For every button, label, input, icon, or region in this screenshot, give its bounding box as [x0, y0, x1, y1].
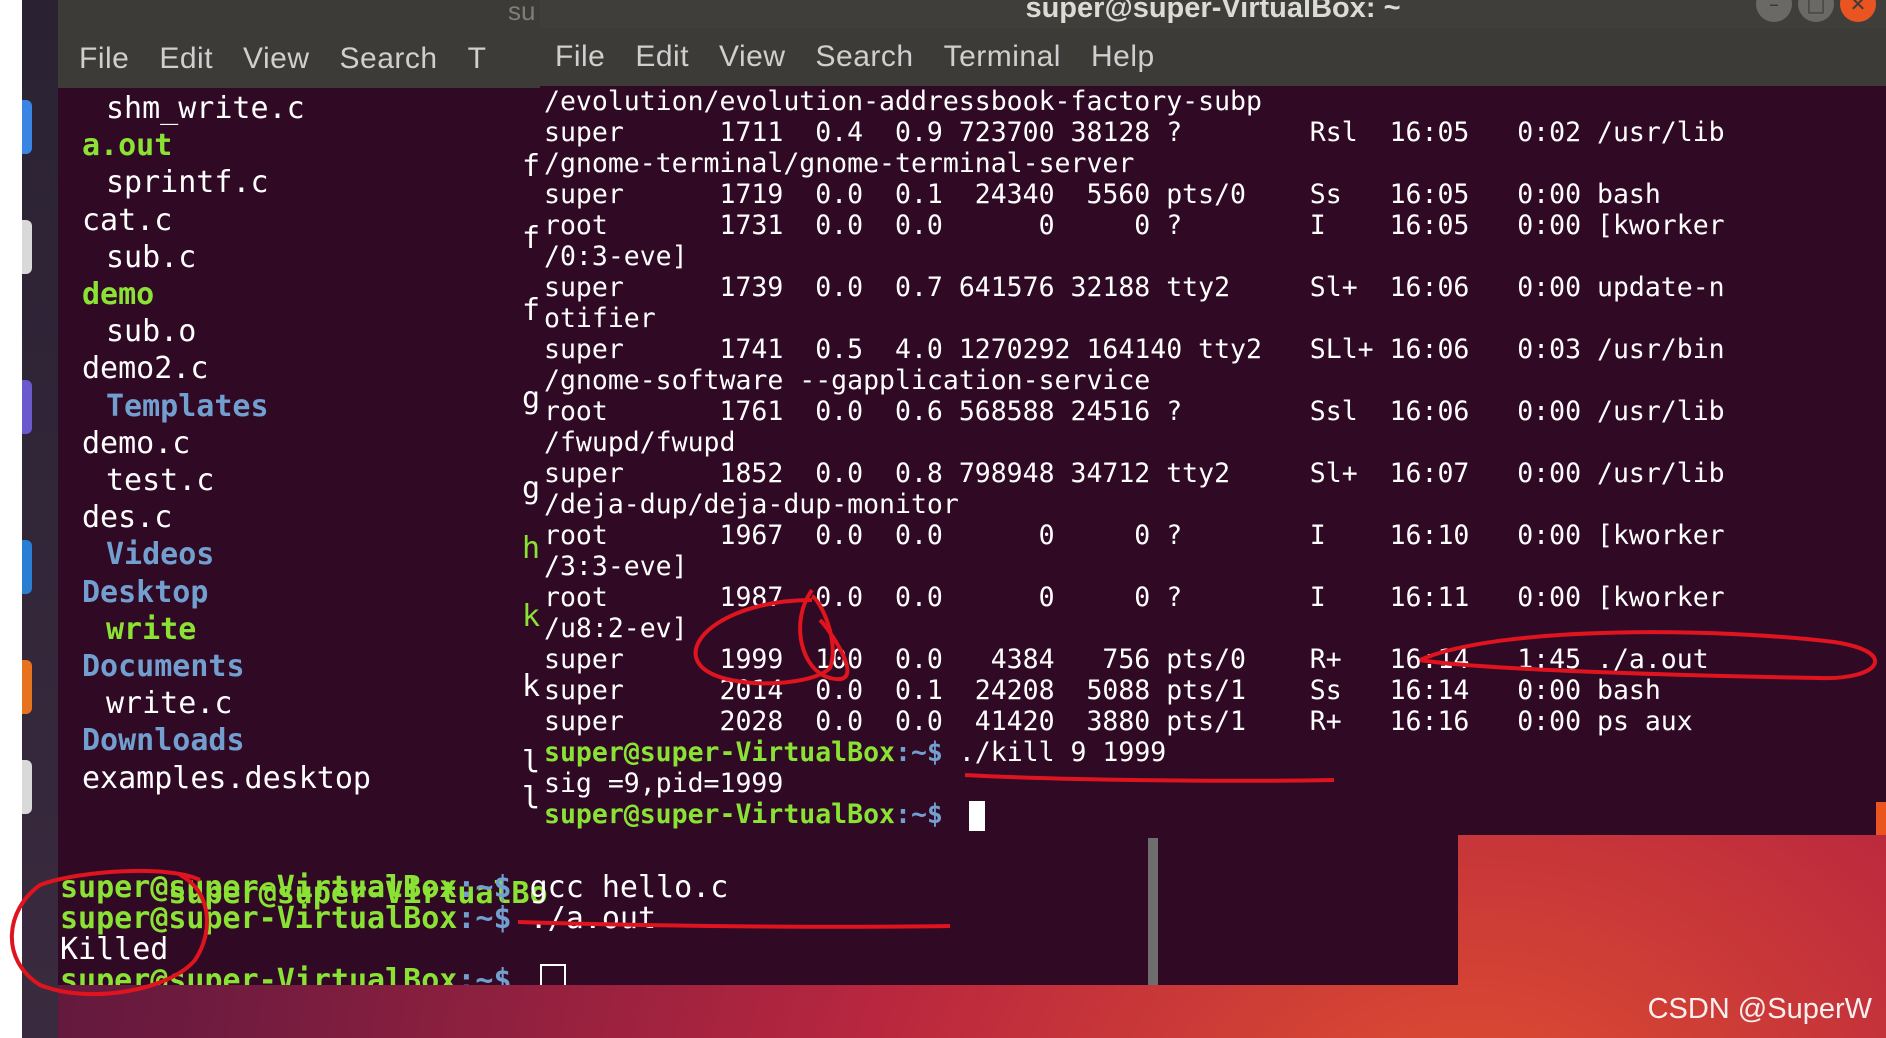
dock-app-icon[interactable]: [22, 540, 32, 594]
menu-help[interactable]: Help: [1076, 28, 1170, 86]
front-terminal-title: super@super-VirtualBox: ~: [1025, 0, 1401, 24]
ps-line: /0:3-eve]: [544, 241, 688, 272]
ps-line: /fwupd/fwupd: [544, 427, 736, 458]
ps-line: /evolution/evolution-addressbook-factory…: [544, 86, 1262, 117]
menu-edit[interactable]: Edit: [144, 30, 228, 88]
front-terminal-scrollbar[interactable]: [1876, 802, 1886, 835]
screen-edge: [0, 0, 22, 1038]
file-entry: sub.c: [106, 239, 197, 275]
ps-line: /3:3-eve]: [544, 551, 688, 582]
dock-app-icon[interactable]: [22, 100, 32, 154]
prompt-user: super@super-VirtualBox: [544, 799, 895, 830]
overlap-char: g: [522, 471, 541, 506]
dock-app-icon[interactable]: [22, 220, 32, 274]
ps-line: root 1987 0.0 0.0 0 0 ? I 16:11 0:00 [kw…: [544, 582, 1725, 613]
ps-line: /deja-dup/deja-dup-monitor: [544, 489, 959, 520]
file-entry: write: [106, 611, 197, 647]
file-entry: sub.o: [106, 314, 197, 350]
ps-line: super 1719 0.0 0.1 24340 5560 pts/0 Ss 1…: [544, 179, 1661, 210]
ps-line: super 2014 0.0 0.1 24208 5088 pts/1 Ss 1…: [544, 675, 1661, 706]
overlap-char: l: [522, 745, 541, 780]
front-terminal-menu: File Edit View Search Terminal Help: [540, 28, 1170, 86]
close-icon: ✕: [1849, 0, 1867, 16]
file-entry: examples.desktop: [82, 760, 371, 796]
overlap-char: k: [522, 599, 541, 634]
file-entry: a.out: [82, 128, 173, 164]
dock-app-icon[interactable]: [22, 760, 32, 814]
file-entry: demo2.c: [82, 351, 209, 387]
ps-line: super 1711 0.4 0.9 723700 38128 ? Rsl 16…: [544, 117, 1725, 148]
front-terminal-window[interactable]: super@super-VirtualBox: ~ – □ ✕ File Edit…: [540, 0, 1886, 835]
ps-line: /u8:2-ev]: [544, 613, 688, 644]
overlap-char: f: [522, 221, 541, 256]
file-entry: test.c: [106, 463, 215, 498]
file-entry: Templates: [106, 388, 269, 424]
menu-file[interactable]: File: [540, 28, 620, 86]
overlap-char: f: [522, 149, 541, 184]
prompt-line[interactable]: super@super-VirtualBox:~$: [60, 962, 566, 985]
prompt-path: :~$: [457, 901, 530, 936]
prompt-user: super@super-VirtualBox: [544, 737, 895, 768]
watermark: CSDN @SuperW: [1647, 993, 1872, 1025]
overlap-char: k: [522, 669, 541, 704]
prompt-line[interactable]: super@super-VirtualBox:~$: [544, 799, 985, 831]
ps-line: /gnome-terminal/gnome-terminal-server: [544, 148, 1135, 179]
back-terminal-title: su: [508, 0, 536, 26]
front-terminal-titlebar[interactable]: super@super-VirtualBox: ~ – □ ✕: [540, 0, 1886, 28]
file-entry: shm_write.c: [106, 91, 305, 126]
front-terminal-menubar: File Edit View Search Terminal Help: [540, 28, 1886, 86]
overlap-char: h: [522, 531, 541, 566]
file-entry: sprintf.c: [106, 165, 269, 201]
menu-search[interactable]: Search: [325, 30, 453, 88]
overlap-char: l: [522, 781, 541, 816]
file-entry: des.c: [82, 500, 173, 536]
menu-search[interactable]: Search: [801, 28, 929, 86]
file-entry: Desktop: [82, 574, 209, 610]
menu-edit[interactable]: Edit: [620, 28, 704, 86]
overlap-char: f: [522, 293, 541, 328]
ps-line: root 1731 0.0 0.0 0 0 ? I 16:05 0:00 [kw…: [544, 210, 1725, 241]
menu-view[interactable]: View: [704, 28, 800, 86]
ps-line: /gnome-software --gapplication-service: [544, 365, 1151, 396]
file-entry: write.c: [106, 686, 233, 722]
maximize-icon: □: [1806, 0, 1826, 16]
ps-line: otifier: [544, 303, 656, 334]
overlap-char: g: [522, 381, 541, 416]
dock: [22, 0, 58, 1038]
file-entry: Videos: [106, 537, 215, 573]
ps-line: super 2028 0.0 0.0 41420 3880 pts/1 R+ 1…: [544, 706, 1693, 737]
back-terminal-scrollbar[interactable]: [1148, 838, 1158, 985]
prompt-path: :~$: [895, 799, 959, 830]
dock-app-icon[interactable]: [22, 380, 32, 434]
prompt-user: super@super-VirtualBox: [60, 963, 458, 985]
menu-file[interactable]: File: [64, 30, 144, 88]
file-entry: Documents: [82, 649, 245, 684]
ps-line: root 1761 0.0 0.6 568588 24516 ? Ssl 16:…: [544, 396, 1725, 427]
command-text: ./kill 9 1999: [958, 737, 1167, 768]
file-entry: demo.c: [82, 425, 191, 461]
prompt-line: super@super-VirtualBox:~$ ./kill 9 1999: [544, 737, 1166, 768]
ps-line: super 1741 0.5 4.0 1270292 164140 tty2 S…: [544, 334, 1725, 365]
back-terminal-menu: File Edit View Search T: [64, 30, 501, 88]
dock-app-icon[interactable]: [22, 660, 32, 714]
terminal-cursor: [539, 963, 566, 985]
command-text: ./a.out: [529, 901, 657, 936]
prompt-path: :~$: [895, 737, 959, 768]
file-entry: Downloads: [82, 723, 245, 759]
ps-line: root 1967 0.0 0.0 0 0 ? I 16:10 0:00 [kw…: [544, 520, 1725, 551]
file-entry: cat.c: [82, 202, 173, 238]
ps-line: super 1852 0.0 0.8 798948 34712 tty2 Sl+…: [544, 458, 1725, 489]
minimize-icon: –: [1769, 0, 1779, 16]
menu-terminal[interactable]: T: [453, 30, 502, 88]
ps-line: super 1739 0.0 0.7 641576 32188 tty2 Sl+…: [544, 272, 1725, 303]
file-entry: demo: [82, 277, 155, 312]
ps-line: super 1999 100 0.0 4384 756 pts/0 R+ 16:…: [544, 644, 1709, 675]
terminal-cursor: [968, 800, 985, 831]
prompt-path: :~$: [457, 963, 530, 985]
menu-view[interactable]: View: [228, 30, 324, 88]
menu-terminal[interactable]: Terminal: [929, 28, 1076, 86]
command-output: sig =9,pid=1999: [544, 768, 784, 799]
